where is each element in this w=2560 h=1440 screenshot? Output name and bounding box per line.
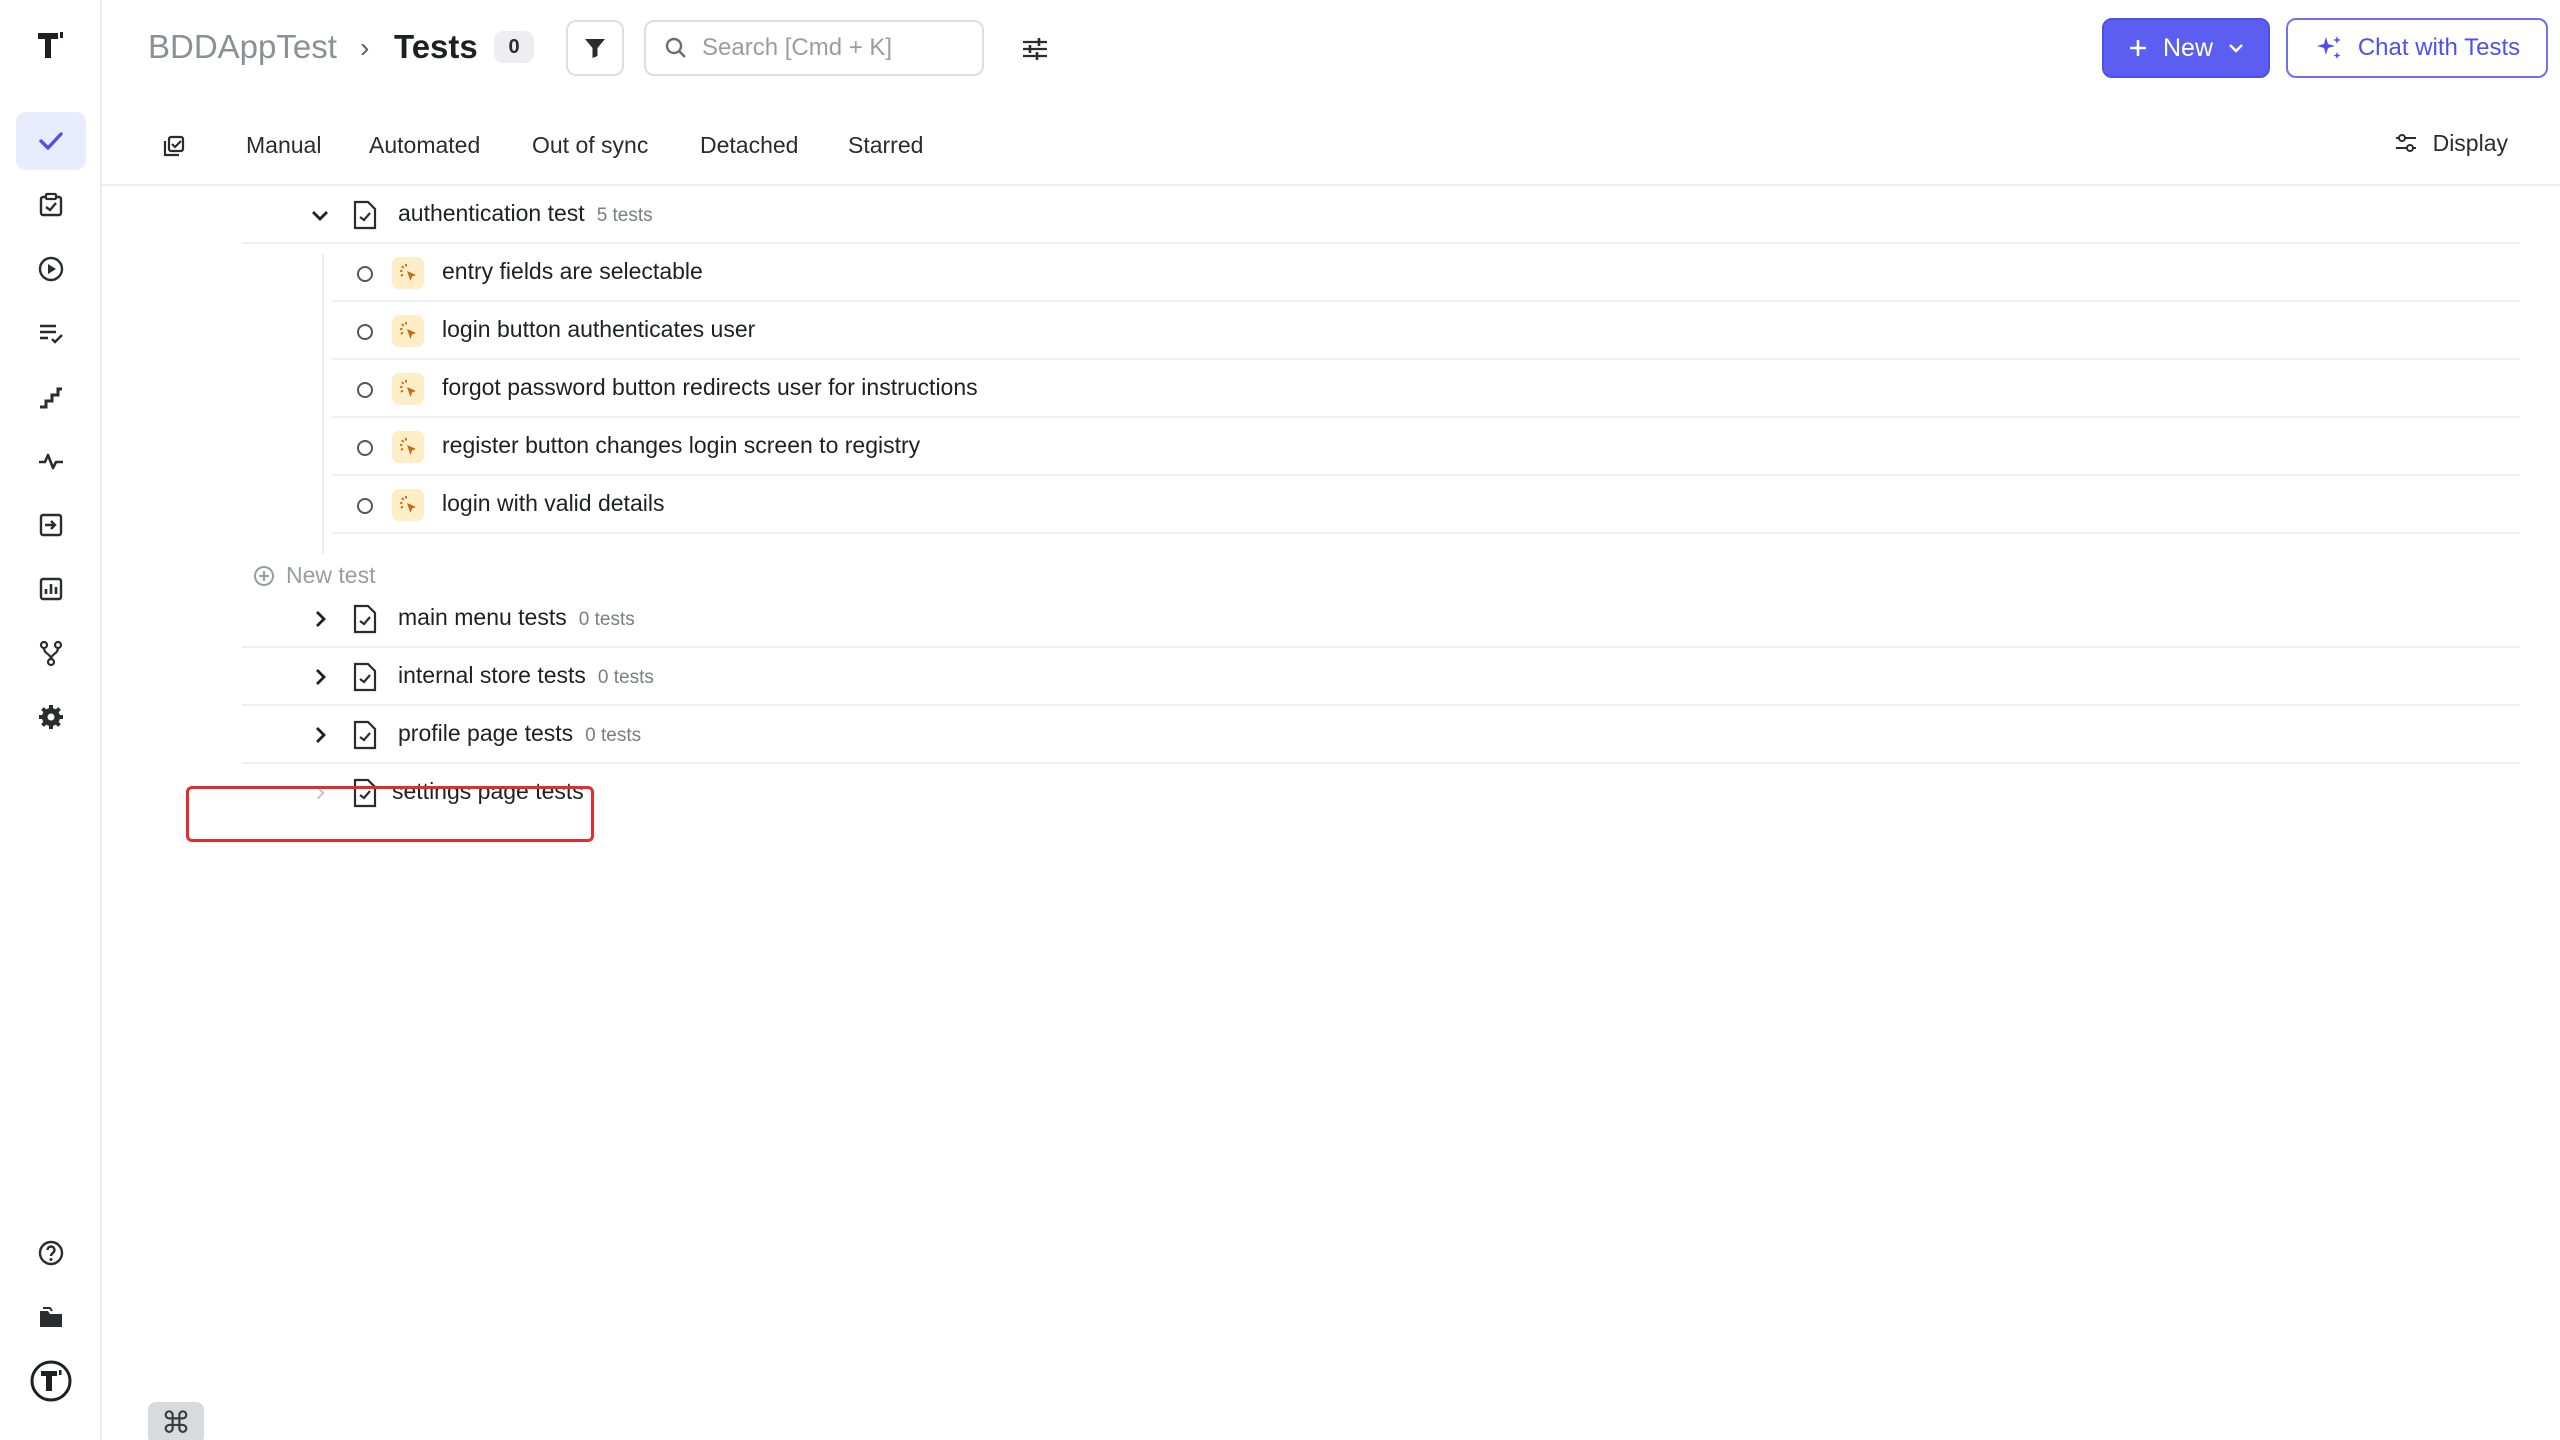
folder-name: profile page tests [398, 720, 574, 746]
tree-guide-line [322, 254, 324, 554]
manual-test-icon [392, 431, 424, 463]
folder-row-main-menu[interactable]: main menu tests 0 tests [242, 590, 2520, 648]
chevron-right-icon[interactable] [308, 665, 332, 689]
new-button[interactable]: New [2102, 18, 2270, 78]
filter-button[interactable] [566, 20, 624, 76]
folder-test-count: 0 tests [578, 609, 635, 630]
folder-icon[interactable] [16, 1288, 86, 1346]
new-test-button[interactable]: New test [252, 562, 375, 589]
folder-name: authentication test [398, 200, 585, 226]
test-name: login button authenticates user [442, 316, 756, 342]
chat-button-label: Chat with Tests [2357, 34, 2521, 61]
sliders-icon[interactable] [1014, 28, 1056, 70]
gear-icon[interactable] [16, 688, 86, 746]
tab-detached[interactable]: Detached [700, 128, 798, 162]
chat-with-tests-button[interactable]: Chat with Tests [2286, 18, 2548, 78]
filter-icon [585, 39, 605, 58]
display-label: Display [2432, 130, 2508, 156]
test-name: login with valid details [442, 490, 665, 516]
manual-test-icon [392, 373, 424, 405]
chevron-down-icon [2229, 44, 2243, 53]
tab-out-of-sync[interactable]: Out of sync [532, 128, 648, 162]
play-circle-icon[interactable] [16, 240, 86, 298]
breadcrumb-separator: › [360, 32, 370, 63]
status-circle-icon[interactable] [357, 498, 373, 514]
branch-icon[interactable] [16, 624, 86, 682]
new-button-label: New [2162, 33, 2213, 62]
command-palette-button[interactable]: ⌘ [148, 1402, 204, 1440]
app-logo-icon[interactable] [30, 24, 72, 66]
test-file-icon [353, 200, 377, 230]
test-row[interactable]: login button authenticates user [332, 302, 2520, 360]
manual-test-icon [392, 315, 424, 347]
import-icon[interactable] [16, 496, 86, 554]
status-circle-icon[interactable] [357, 382, 373, 398]
page-header: BDDAppTest › Tests 0 New Chat with Tests [102, 0, 2560, 96]
plus-icon [2129, 40, 2146, 56]
folder-test-count: 0 tests [585, 725, 642, 746]
tab-starred[interactable]: Starred [848, 128, 923, 162]
folder-row-internal-store[interactable]: internal store tests 0 tests [242, 648, 2520, 706]
folder-row-authentication[interactable]: authentication test 5 tests [242, 186, 2520, 244]
search-input[interactable] [702, 34, 962, 62]
tab-manual[interactable]: Manual [246, 128, 321, 162]
help-icon[interactable] [16, 1224, 86, 1282]
folder-name: main menu tests [398, 604, 567, 630]
display-button[interactable]: Display [2393, 126, 2508, 160]
select-all-icon[interactable] [156, 128, 192, 164]
bar-chart-icon[interactable] [16, 560, 86, 618]
chevron-right-icon[interactable] [308, 723, 332, 747]
status-circle-icon[interactable] [357, 266, 373, 282]
test-file-icon [353, 662, 377, 692]
test-name: forgot password button redirects user fo… [442, 374, 978, 400]
test-file-icon [353, 604, 377, 634]
manual-test-icon [392, 489, 424, 521]
sparkle-icon [2316, 36, 2341, 59]
account-logo-icon[interactable] [16, 1352, 86, 1410]
tests-count-badge: 0 [494, 31, 534, 63]
breadcrumb-project[interactable]: BDDAppTest [148, 28, 337, 66]
new-test-label: New test [286, 562, 376, 588]
folder-name: internal store tests [398, 662, 586, 688]
manual-test-icon [392, 257, 424, 289]
display-settings-icon [2395, 134, 2416, 152]
search-icon [665, 37, 686, 58]
page-title: Tests [394, 28, 478, 65]
test-file-icon [353, 720, 377, 750]
pulse-icon[interactable] [16, 432, 86, 490]
stairs-icon[interactable] [16, 368, 86, 426]
status-circle-icon[interactable] [357, 324, 373, 340]
test-row[interactable]: register button changes login screen to … [332, 418, 2520, 476]
list-check-icon[interactable] [16, 304, 86, 362]
plus-circle-icon [254, 565, 274, 586]
folder-test-count: 5 tests [596, 205, 653, 226]
left-sidebar [0, 0, 102, 1440]
search-box[interactable] [644, 20, 984, 76]
test-row[interactable]: login with valid details [332, 476, 2520, 534]
chevron-down-icon[interactable] [308, 203, 332, 227]
chevron-right-icon[interactable] [308, 607, 332, 631]
folder-row-profile-page[interactable]: profile page tests 0 tests [242, 706, 2520, 764]
test-name: entry fields are selectable [442, 258, 703, 284]
clipboard-check-icon[interactable] [16, 176, 86, 234]
checkmark-icon[interactable] [16, 112, 86, 170]
test-row[interactable]: forgot password button redirects user fo… [332, 360, 2520, 418]
selection-highlight [186, 786, 594, 842]
folder-test-count: 0 tests [597, 667, 654, 688]
view-tabs-bar: Manual Automated Out of sync Detached St… [102, 110, 2560, 186]
tab-automated[interactable]: Automated [369, 128, 480, 162]
status-circle-icon[interactable] [357, 440, 373, 456]
test-row[interactable]: entry fields are selectable [332, 244, 2520, 302]
test-name: register button changes login screen to … [442, 432, 921, 458]
